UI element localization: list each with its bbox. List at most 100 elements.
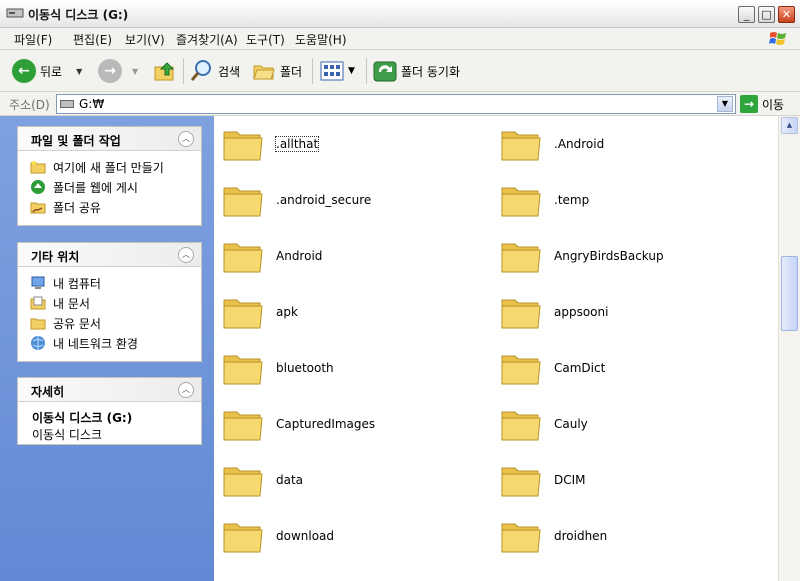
search-label: 검색 [218, 64, 241, 79]
my-documents-icon [30, 296, 46, 310]
folder-item[interactable]: download [222, 514, 334, 558]
folder-item[interactable]: bluetooth [222, 346, 334, 390]
folder-label: data [276, 473, 304, 487]
title-bar: 이동식 디스크 (G:) _ □ ✕ [0, 0, 800, 28]
task-pane: 파일 및 폴더 작업 ︿ 여기에 새 폴더 만들기 폴더를 웹에 게시 폴더 공… [0, 116, 214, 581]
address-dropdown-button[interactable]: ▼ [717, 96, 733, 112]
sync-folder-button[interactable]: 폴더 동기화 [373, 57, 460, 85]
folders-icon [253, 65, 275, 80]
views-button[interactable]: ▼ [320, 57, 355, 85]
back-button[interactable]: ← 뒤로 ▼ [12, 57, 82, 85]
close-button[interactable]: ✕ [778, 6, 795, 23]
address-input[interactable]: G:₩ ▼ [56, 94, 736, 114]
menu-tools[interactable]: 도구(T) [246, 31, 285, 48]
folder-item[interactable]: CapturedImages [222, 402, 375, 446]
folder-item[interactable]: AngryBirdsBackup [500, 234, 664, 278]
task-make-new-folder[interactable]: 여기에 새 폴더 만들기 [18, 157, 201, 177]
folder-item[interactable]: .Android [500, 122, 604, 166]
other-places-panel: 기타 위치 ︿ 내 컴퓨터 내 문서 공유 문서 내 네트워크 환경 [17, 242, 202, 362]
go-label: 이동 [762, 97, 785, 112]
folder-item[interactable]: .temp [500, 178, 589, 222]
folder-label: DCIM [554, 473, 586, 487]
windows-logo-icon [769, 32, 786, 45]
folder-icon [223, 467, 263, 497]
scroll-up-button[interactable]: ▲ [781, 117, 798, 134]
folder-label: Android [276, 249, 323, 263]
back-arrow-icon: ← [12, 59, 36, 83]
new-folder-icon [30, 161, 46, 174]
vertical-scrollbar[interactable]: ▲ [778, 116, 800, 581]
folder-label: bluetooth [276, 361, 334, 375]
collapse-chevron-icon[interactable]: ︿ [178, 131, 194, 147]
back-dropdown-icon[interactable]: ▼ [76, 67, 82, 76]
task-publish-web[interactable]: 폴더를 웹에 게시 [18, 177, 201, 197]
folder-label: .android_secure [276, 193, 372, 207]
folder-icon [223, 243, 263, 273]
menu-help[interactable]: 도움말(H) [295, 31, 347, 48]
task-share-folder[interactable]: 폴더 공유 [18, 197, 201, 217]
folder-item[interactable]: DCIM [500, 458, 586, 502]
menu-edit[interactable]: 편집(E) [73, 31, 112, 48]
folder-label: Cauly [554, 417, 588, 431]
other-places-header[interactable]: 기타 위치 ︿ [18, 243, 201, 267]
folder-item[interactable]: appsooni [500, 290, 608, 334]
folder-icon [223, 355, 263, 385]
collapse-chevron-icon[interactable]: ︿ [178, 382, 194, 398]
folder-label: CapturedImages [276, 417, 376, 431]
address-label: 주소(D) [9, 98, 50, 112]
place-my-computer[interactable]: 내 컴퓨터 [18, 273, 201, 293]
file-folder-tasks-title: 파일 및 폴더 작업 [31, 134, 121, 148]
folder-icon [501, 355, 541, 385]
folder-item[interactable]: droidhen [500, 514, 607, 558]
folders-button[interactable]: 폴더 [252, 57, 302, 85]
place-my-network[interactable]: 내 네트워크 환경 [18, 333, 201, 353]
search-button[interactable]: 검색 [190, 57, 240, 85]
folder-item[interactable]: Cauly [500, 402, 588, 446]
place-my-documents[interactable]: 내 문서 [18, 293, 201, 313]
publish-web-icon [31, 180, 45, 194]
views-dropdown-icon[interactable]: ▼ [348, 66, 355, 76]
minimize-button[interactable]: _ [738, 6, 755, 23]
folder-icon [501, 131, 541, 161]
place-shared-documents[interactable]: 공유 문서 [18, 313, 201, 333]
details-header[interactable]: 자세히 ︿ [18, 378, 201, 402]
task-label: 폴더 공유 [53, 200, 101, 215]
up-button[interactable] [153, 57, 177, 85]
folder-icon [501, 467, 541, 497]
file-folder-tasks-header[interactable]: 파일 및 폴더 작업 ︿ [18, 127, 201, 151]
folder-label: apk [276, 305, 298, 319]
folder-item[interactable]: apk [222, 290, 298, 334]
task-label: 폴더를 웹에 게시 [53, 180, 138, 195]
collapse-chevron-icon[interactable]: ︿ [178, 247, 194, 263]
folder-label: .allthat [274, 136, 320, 152]
views-icon [320, 61, 344, 81]
folder-item[interactable]: data [222, 458, 303, 502]
maximize-button[interactable]: □ [758, 6, 775, 23]
folder-label: appsooni [554, 305, 609, 319]
address-value: G:₩ [79, 97, 105, 111]
folder-item[interactable]: CamDict [500, 346, 605, 390]
share-folder-icon [30, 202, 46, 214]
removable-drive-icon [6, 8, 24, 18]
folder-item[interactable]: .android_secure [222, 178, 371, 222]
place-label: 내 네트워크 환경 [53, 336, 138, 351]
file-folder-tasks-panel: 파일 및 폴더 작업 ︿ 여기에 새 폴더 만들기 폴더를 웹에 게시 폴더 공… [17, 126, 202, 226]
menu-favorites[interactable]: 즐겨찾기(A) [176, 31, 238, 48]
folder-label: droidhen [554, 529, 608, 543]
forward-button[interactable]: → ▼ [98, 57, 138, 85]
sync-icon [373, 61, 397, 82]
toolbar: ← 뒤로 ▼ → ▼ 검색 폴더 ▼ 폴더 동기화 [0, 50, 800, 92]
place-label: 내 컴퓨터 [53, 276, 101, 291]
sync-label: 폴더 동기화 [401, 64, 461, 79]
scroll-thumb[interactable] [781, 256, 798, 331]
go-button[interactable]: → 이동 [740, 94, 784, 114]
forward-dropdown-icon[interactable]: ▼ [132, 67, 138, 76]
folder-icon [223, 411, 263, 441]
folder-item[interactable]: .allthat [222, 122, 320, 166]
menu-view[interactable]: 보기(V) [125, 31, 165, 48]
menu-file[interactable]: 파일(F) [14, 31, 52, 48]
file-list[interactable]: .allthat .Android .android_secure .temp … [214, 116, 778, 581]
folder-item[interactable]: Android [222, 234, 322, 278]
menu-bar: 파일(F) 편집(E) 보기(V) 즐겨찾기(A) 도구(T) 도움말(H) [0, 28, 800, 50]
go-arrow-icon: → [740, 95, 758, 113]
